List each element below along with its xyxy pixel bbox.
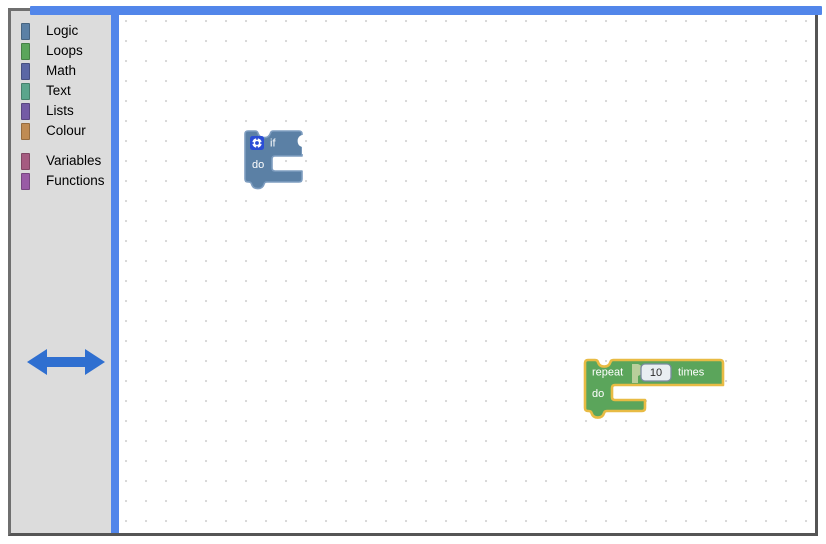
toolbox-category-lists[interactable]: Lists — [11, 101, 111, 121]
blockly-toolbox[interactable]: Logic Loops Math Text Lists Colour Varia… — [11, 11, 111, 533]
toolbox-separator — [11, 141, 111, 151]
top-accent-bar — [30, 6, 822, 15]
block-if-shape: if do — [244, 130, 305, 190]
toolbox-label-logic: Logic — [46, 23, 79, 38]
toolbox-swatch-loops — [21, 43, 30, 60]
toolbox-category-colour[interactable]: Colour — [11, 121, 111, 141]
toolbox-swatch-colour — [21, 123, 30, 140]
blockly-frame: if do 10 repeat times do Logic Loops Mat… — [8, 8, 818, 536]
gear-icon[interactable] — [250, 136, 264, 150]
toolbox-splitter[interactable] — [111, 11, 119, 533]
toolbox-category-text[interactable]: Text — [11, 81, 111, 101]
toolbox-label-loops: Loops — [46, 43, 83, 58]
toolbox-swatch-math — [21, 63, 30, 80]
toolbox-label-colour: Colour — [46, 123, 86, 138]
toolbox-label-text: Text — [46, 83, 71, 98]
toolbox-label-variables: Variables — [46, 153, 102, 168]
toolbox-label-lists: Lists — [46, 103, 74, 118]
block-repeat-shape: 10 repeat times do — [583, 358, 725, 419]
block-repeat[interactable]: 10 repeat times do — [583, 358, 733, 421]
field-number-times-value: 10 — [650, 367, 662, 379]
blockly-app-root: if do 10 repeat times do Logic Loops Mat… — [0, 0, 826, 544]
block-repeat-label-suffix: times — [678, 366, 705, 378]
toolbox-category-logic[interactable]: Logic — [11, 21, 111, 41]
toolbox-swatch-logic — [21, 23, 30, 40]
toolbox-swatch-variables — [21, 153, 30, 170]
toolbox-label-math: Math — [46, 63, 77, 78]
toolbox-category-math[interactable]: Math — [11, 61, 111, 81]
toolbox-category-functions[interactable]: Functions — [11, 171, 111, 191]
block-if-label-statement: do — [252, 159, 264, 171]
block-repeat-label-prefix: repeat — [592, 366, 623, 378]
block-if[interactable]: if do — [243, 130, 313, 192]
toolbox-swatch-functions — [21, 173, 30, 190]
toolbox-label-functions: Functions — [46, 173, 105, 188]
field-number-times[interactable]: 10 — [640, 363, 672, 382]
workspace-canvas[interactable]: if do 10 repeat times do — [119, 11, 815, 533]
toolbox-category-variables[interactable]: Variables — [11, 151, 111, 171]
resize-horizontal-arrow-icon — [27, 349, 105, 375]
toolbox-swatch-text — [21, 83, 30, 100]
block-if-label-condition: if — [270, 137, 276, 149]
toolbox-category-loops[interactable]: Loops — [11, 41, 111, 61]
toolbox-swatch-lists — [21, 103, 30, 120]
toolbox-category-list: Logic Loops Math Text Lists Colour Varia… — [11, 21, 111, 191]
block-repeat-label-statement: do — [592, 388, 604, 400]
